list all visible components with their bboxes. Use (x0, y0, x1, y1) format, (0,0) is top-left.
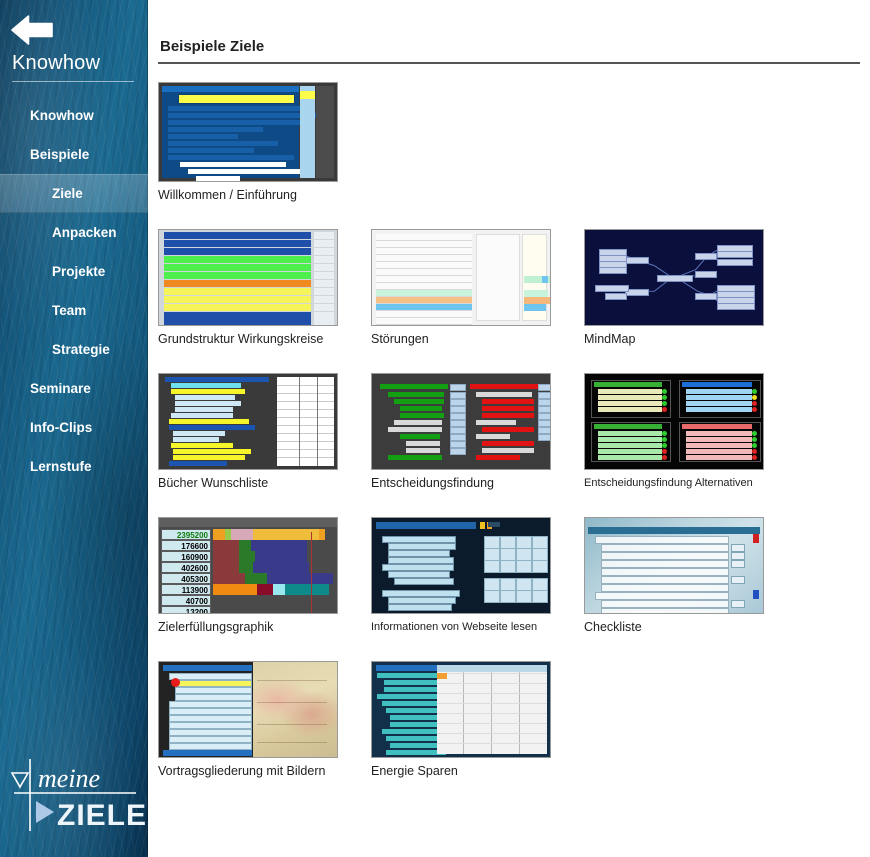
thumb-art (372, 518, 550, 613)
thumb-art (159, 662, 337, 757)
example-caption: Informationen von Webseite lesen (371, 620, 584, 635)
logo-meine-ziele[interactable]: meine ZIELE (0, 745, 148, 857)
thumbnail-webseite[interactable] (371, 517, 551, 614)
example-caption: Energie Sparen (371, 764, 584, 779)
app-root: Knowhow Knowhow Beispiele Ziele Anpacken… (0, 0, 870, 857)
example-caption: Bücher Wunschliste (158, 476, 371, 491)
example-card-grundstruktur[interactable]: Grundstruktur Wirkungskreise (158, 229, 371, 347)
thumb-art (159, 83, 337, 181)
sidebar-item-strategie[interactable]: Strategie (0, 330, 148, 369)
logo-word-meine: meine (38, 764, 100, 793)
thumb-art (372, 374, 550, 469)
sidebar-item-lernstufe[interactable]: Lernstufe (0, 447, 148, 486)
example-caption: Willkommen / Einführung (158, 188, 371, 203)
thumb-art (159, 230, 337, 325)
example-card-entscheidungsfindung[interactable]: Entscheidungsfindung (371, 373, 584, 491)
example-card-buecher[interactable]: Bücher Wunschliste (158, 373, 371, 491)
sidebar-item-knowhow[interactable]: Knowhow (0, 96, 148, 135)
sidebar-item-beispiele[interactable]: Beispiele (0, 135, 148, 174)
thumb-art (372, 230, 550, 325)
example-card-energie[interactable]: Energie Sparen (371, 661, 584, 779)
outline-triangle-icon (12, 773, 28, 787)
thumb-art (585, 230, 763, 325)
thumbnail-checkliste[interactable] (584, 517, 764, 614)
thumbnail-stoerungen[interactable] (371, 229, 551, 326)
page-title-rule (158, 62, 860, 64)
example-caption: Zielerfüllungsgraphik (158, 620, 371, 635)
thumbnail-entscheidungsfindung[interactable] (371, 373, 551, 470)
example-card-mindmap[interactable]: MindMap (584, 229, 797, 347)
thumbnail-energie[interactable] (371, 661, 551, 758)
play-triangle-icon (36, 801, 54, 823)
back-arrow-icon[interactable] (8, 10, 56, 50)
example-card-alternativen[interactable]: Entscheidungsfindung Alternativen (584, 373, 797, 491)
example-grid: Willkommen / Einführung (148, 82, 870, 805)
example-caption: Checkliste (584, 620, 797, 635)
thumbnail-grundstruktur[interactable] (158, 229, 338, 326)
thumbnail-mindmap[interactable] (584, 229, 764, 326)
example-card-willkommen[interactable]: Willkommen / Einführung (158, 82, 371, 203)
sidebar-item-team[interactable]: Team (0, 291, 148, 330)
example-card-webseite[interactable]: Informationen von Webseite lesen (371, 517, 584, 635)
example-caption: MindMap (584, 332, 797, 347)
grid-spacer-b (584, 82, 797, 203)
sidebar-nav: Knowhow Beispiele Ziele Anpacken Projekt… (0, 96, 148, 486)
sidebar-item-anpacken[interactable]: Anpacken (0, 213, 148, 252)
thumbnail-willkommen[interactable] (158, 82, 338, 182)
thumb-art (585, 374, 763, 469)
example-caption: Vortragsgliederung mit Bildern (158, 764, 371, 779)
thumb-art (372, 662, 550, 757)
sidebar-item-projekte[interactable]: Projekte (0, 252, 148, 291)
grid-spacer-a (371, 82, 584, 203)
sidebar-item-ziele[interactable]: Ziele (0, 174, 148, 213)
thumbnail-zielerfuellung[interactable]: 2395200 176600 160900 402600 405300 1139… (158, 517, 338, 614)
thumb-art (585, 518, 763, 613)
main-content: Beispiele Ziele (148, 0, 870, 857)
example-card-stoerungen[interactable]: Störungen (371, 229, 584, 347)
logo-word-ziele: ZIELE (57, 799, 147, 832)
thumbnail-alternativen[interactable] (584, 373, 764, 470)
thumb-art: 2395200 176600 160900 402600 405300 1139… (159, 518, 337, 613)
sidebar-brand-title: Knowhow (0, 50, 148, 81)
example-caption: Entscheidungsfindung (371, 476, 584, 491)
sidebar: Knowhow Knowhow Beispiele Ziele Anpacken… (0, 0, 148, 857)
page-title: Beispiele Ziele (160, 38, 870, 55)
sidebar-item-info-clips[interactable]: Info-Clips (0, 408, 148, 447)
example-caption: Entscheidungsfindung Alternativen (584, 476, 797, 491)
thumbnail-buecher[interactable] (158, 373, 338, 470)
sidebar-divider (12, 81, 134, 82)
sidebar-item-seminare[interactable]: Seminare (0, 369, 148, 408)
thumb-art (159, 374, 337, 469)
example-caption: Grundstruktur Wirkungskreise (158, 332, 371, 347)
example-card-vortragsgliederung[interactable]: Vortragsgliederung mit Bildern (158, 661, 371, 779)
example-card-zielerfuellung[interactable]: 2395200 176600 160900 402600 405300 1139… (158, 517, 371, 635)
example-caption: Störungen (371, 332, 584, 347)
thumbnail-vortragsgliederung[interactable] (158, 661, 338, 758)
example-card-checkliste[interactable]: Checkliste (584, 517, 797, 635)
